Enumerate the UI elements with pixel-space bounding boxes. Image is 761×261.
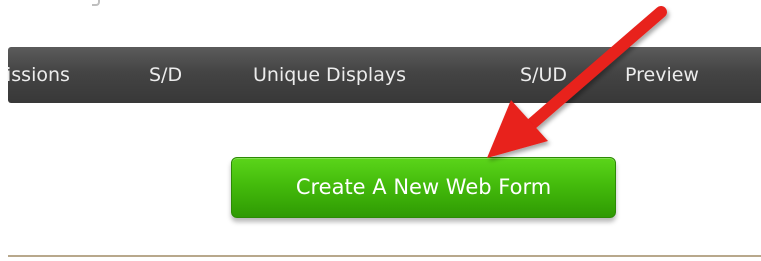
table-header-bar: issions S/D Unique Displays S/UD Preview [6, 47, 761, 103]
cropped-glyph [92, 0, 100, 6]
column-header-s-ud[interactable]: S/UD [520, 47, 567, 103]
column-header-preview[interactable]: Preview [625, 47, 699, 103]
red-arrow-icon [487, 6, 667, 158]
column-header-submissions[interactable]: issions [6, 47, 70, 103]
divider [8, 255, 761, 257]
column-header-s-d[interactable]: S/D [149, 47, 182, 103]
cropped-text-fragment [0, 0, 200, 8]
column-header-unique-displays[interactable]: Unique Displays [253, 47, 406, 103]
create-web-form-button[interactable]: Create A New Web Form [231, 157, 616, 218]
